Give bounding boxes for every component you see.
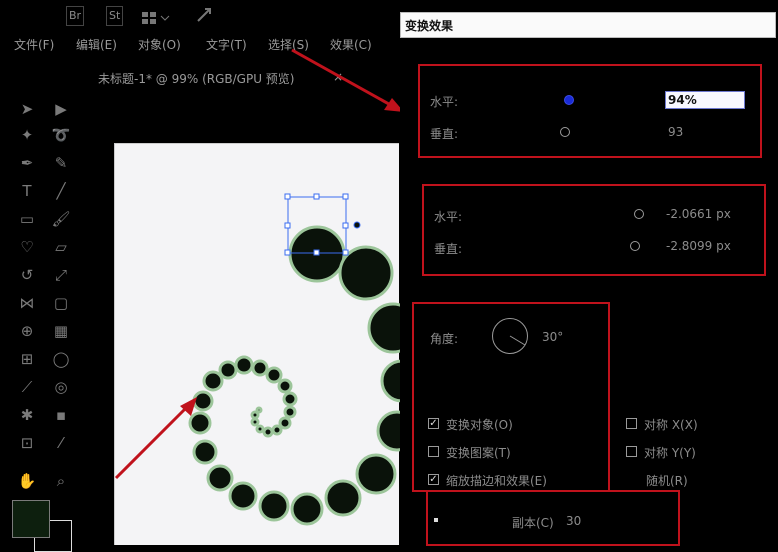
reflect-x-label: 对称 X(X) bbox=[644, 418, 698, 432]
transform-objects-checkbox[interactable]: ✓ bbox=[428, 418, 439, 429]
rotate-angle-label: 角度: bbox=[430, 332, 459, 346]
move-horizontal-slider-knob[interactable] bbox=[634, 209, 644, 219]
transform-objects-label: 变换对象(O) bbox=[446, 418, 513, 432]
rotate-angle-dial[interactable] bbox=[492, 318, 528, 354]
dialog-title: 变换效果 bbox=[405, 19, 454, 33]
scale-section bbox=[418, 64, 762, 158]
copies-label: 副本(C) bbox=[512, 516, 554, 530]
move-section bbox=[422, 184, 766, 276]
transform-effect-dialog: 变换效果 水平: 94% 垂直: 93 水平: -2.0661 px 垂直: -… bbox=[400, 0, 778, 546]
copies-input[interactable]: 30 bbox=[566, 514, 581, 528]
scale-vertical-input[interactable]: 93 bbox=[668, 125, 683, 139]
move-vertical-input[interactable]: -2.8099 px bbox=[666, 239, 731, 253]
move-vertical-slider-knob[interactable] bbox=[630, 241, 640, 251]
scale-horizontal-input[interactable]: 94% bbox=[665, 91, 745, 109]
scale-strokes-checkbox[interactable]: ✓ bbox=[428, 474, 439, 485]
reflect-x-checkbox[interactable] bbox=[626, 418, 637, 429]
scale-vertical-label: 垂直: bbox=[430, 127, 459, 141]
scale-vertical-slider-knob[interactable] bbox=[560, 127, 570, 137]
move-vertical-label: 垂直: bbox=[434, 242, 463, 256]
transform-patterns-checkbox[interactable] bbox=[428, 446, 439, 457]
rotate-angle-input[interactable]: 30° bbox=[542, 330, 563, 344]
move-horizontal-input[interactable]: -2.0661 px bbox=[666, 207, 731, 221]
reference-point-icon[interactable] bbox=[434, 518, 438, 522]
transform-patterns-label: 变换图案(T) bbox=[446, 446, 511, 460]
reflect-y-checkbox[interactable] bbox=[626, 446, 637, 457]
scale-horizontal-label: 水平: bbox=[430, 95, 459, 109]
scale-horizontal-slider-knob[interactable] bbox=[564, 95, 574, 105]
dialog-titlebar[interactable]: 变换效果 bbox=[400, 12, 776, 38]
random-label[interactable]: 随机(R) bbox=[646, 472, 688, 489]
reflect-y-label: 对称 Y(Y) bbox=[644, 446, 696, 460]
move-horizontal-label: 水平: bbox=[434, 210, 463, 224]
scale-strokes-label: 缩放描边和效果(E) bbox=[446, 474, 547, 488]
